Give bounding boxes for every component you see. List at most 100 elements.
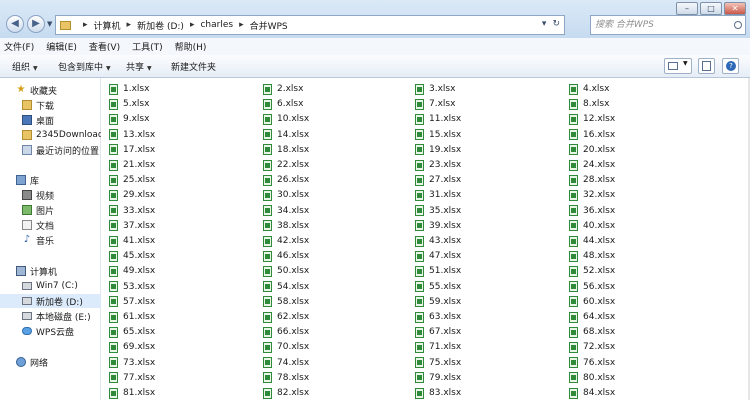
address-bar[interactable]: ▸ 计算机 ▸ 新加卷 (D:) ▸ charles ▸ 合并WPS ▾ ↻ [55,15,565,35]
file-item[interactable]: 21.xlsx [109,158,155,172]
file-item[interactable]: 60.xlsx [569,295,615,309]
file-item[interactable]: 13.xlsx [109,128,155,142]
file-item[interactable]: 35.xlsx [415,204,461,218]
new-folder-button[interactable]: 新建文件夹 [171,60,216,73]
file-item[interactable]: 50.xlsx [263,264,309,278]
file-item[interactable]: 45.xlsx [109,249,155,263]
file-item[interactable]: 58.xlsx [263,295,309,309]
file-item[interactable]: 17.xlsx [109,143,155,157]
file-item[interactable]: 26.xlsx [263,173,309,187]
preview-pane-button[interactable] [698,58,715,74]
file-item[interactable]: 10.xlsx [263,112,309,126]
minimize-button[interactable]: – [676,2,698,15]
breadcrumb-separator[interactable]: ▸ [127,20,132,30]
forward-button[interactable]: ▶ [27,15,45,33]
organize-button[interactable]: 组织 ▼ [12,60,38,73]
file-item[interactable]: 24.xlsx [569,158,615,172]
file-item[interactable]: 19.xlsx [415,143,461,157]
file-item[interactable]: 62.xlsx [263,310,309,324]
file-item[interactable]: 3.xlsx [415,82,455,96]
file-item[interactable]: 52.xlsx [569,264,615,278]
file-item[interactable]: 18.xlsx [263,143,309,157]
file-item[interactable]: 69.xlsx [109,340,155,354]
file-item[interactable]: 56.xlsx [569,280,615,294]
file-item[interactable]: 59.xlsx [415,295,461,309]
file-item[interactable]: 74.xlsx [263,356,309,370]
file-item[interactable]: 40.xlsx [569,219,615,233]
file-item[interactable]: 2.xlsx [263,82,303,96]
menu-file[interactable]: 文件(F) [4,40,34,53]
file-item[interactable]: 76.xlsx [569,356,615,370]
file-item[interactable]: 34.xlsx [263,204,309,218]
file-item[interactable]: 54.xlsx [263,280,309,294]
file-item[interactable]: 78.xlsx [263,371,309,385]
refresh-icon[interactable]: ↻ [552,19,560,29]
menu-help[interactable]: 帮助(H) [175,40,207,53]
file-item[interactable]: 15.xlsx [415,128,461,142]
file-item[interactable]: 71.xlsx [415,340,461,354]
file-item[interactable]: 47.xlsx [415,249,461,263]
maximize-button[interactable]: □ [700,2,722,15]
file-item[interactable]: 12.xlsx [569,112,615,126]
file-item[interactable]: 39.xlsx [415,219,461,233]
file-item[interactable]: 66.xlsx [263,325,309,339]
file-item[interactable]: 67.xlsx [415,325,461,339]
help-button[interactable]: ? [722,58,739,74]
file-item[interactable]: 38.xlsx [263,219,309,233]
file-item[interactable]: 77.xlsx [109,371,155,385]
breadcrumb-merge-wps[interactable]: 合并WPS [250,19,288,32]
share-button[interactable]: 共享 ▼ [126,60,152,73]
file-item[interactable]: 51.xlsx [415,264,461,278]
file-item[interactable]: 63.xlsx [415,310,461,324]
close-button[interactable]: ✕ [724,2,746,15]
file-item[interactable]: 41.xlsx [109,234,155,248]
file-item[interactable]: 81.xlsx [109,386,155,400]
file-item[interactable]: 36.xlsx [569,204,615,218]
file-item[interactable]: 1.xlsx [109,82,149,96]
back-button[interactable]: ◀ [6,15,24,33]
file-item[interactable]: 70.xlsx [263,340,309,354]
breadcrumb-separator[interactable]: ▸ [239,20,244,30]
file-item[interactable]: 14.xlsx [263,128,309,142]
nav-network[interactable]: 网络 [0,355,116,369]
file-item[interactable]: 61.xlsx [109,310,155,324]
file-item[interactable]: 46.xlsx [263,249,309,263]
breadcrumb-charles[interactable]: charles [200,20,233,30]
file-item[interactable]: 4.xlsx [569,82,609,96]
nav-computer[interactable]: 计算机 [0,264,116,278]
file-item[interactable]: 44.xlsx [569,234,615,248]
breadcrumb-drive-d[interactable]: 新加卷 (D:) [137,19,184,32]
file-item[interactable]: 79.xlsx [415,371,461,385]
file-item[interactable]: 80.xlsx [569,371,615,385]
file-item[interactable]: 9.xlsx [109,112,149,126]
file-item[interactable]: 73.xlsx [109,356,155,370]
file-item[interactable]: 22.xlsx [263,158,309,172]
menu-tools[interactable]: 工具(T) [132,40,163,53]
file-item[interactable]: 43.xlsx [415,234,461,248]
file-item[interactable]: 57.xlsx [109,295,155,309]
file-item[interactable]: 75.xlsx [415,356,461,370]
file-item[interactable]: 29.xlsx [109,188,155,202]
file-item[interactable]: 8.xlsx [569,97,609,111]
file-item[interactable]: 55.xlsx [415,280,461,294]
file-item[interactable]: 64.xlsx [569,310,615,324]
file-item[interactable]: 53.xlsx [109,280,155,294]
breadcrumb-computer[interactable]: 计算机 [94,19,121,32]
file-item[interactable]: 6.xlsx [263,97,303,111]
file-item[interactable]: 5.xlsx [109,97,149,111]
file-item[interactable]: 27.xlsx [415,173,461,187]
nav-favorites[interactable]: ★ 收藏夹 [0,83,116,97]
file-item[interactable]: 68.xlsx [569,325,615,339]
file-item[interactable]: 32.xlsx [569,188,615,202]
include-in-library-button[interactable]: 包含到库中 ▼ [58,60,111,73]
file-item[interactable]: 84.xlsx [569,386,615,400]
file-item[interactable]: 72.xlsx [569,340,615,354]
menu-view[interactable]: 查看(V) [89,40,120,53]
file-item[interactable]: 37.xlsx [109,219,155,233]
menu-edit[interactable]: 编辑(E) [46,40,77,53]
file-item[interactable]: 16.xlsx [569,128,615,142]
file-item[interactable]: 83.xlsx [415,386,461,400]
file-item[interactable]: 20.xlsx [569,143,615,157]
file-item[interactable]: 31.xlsx [415,188,461,202]
search-icon[interactable] [734,21,742,29]
